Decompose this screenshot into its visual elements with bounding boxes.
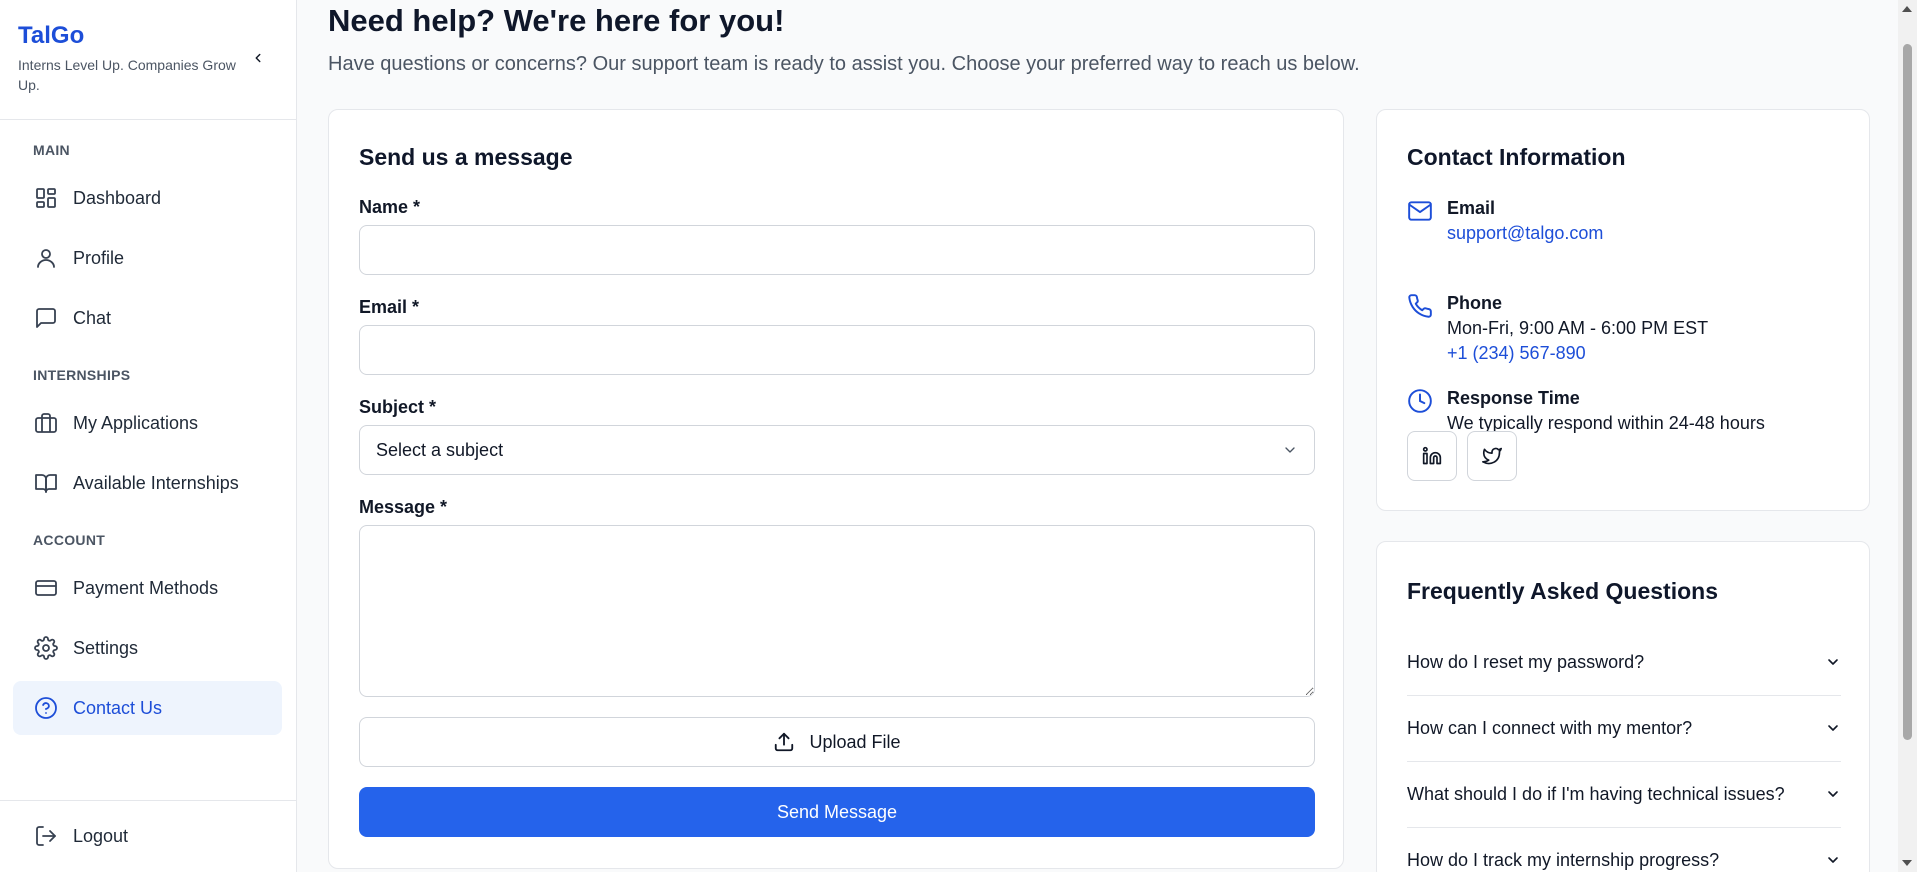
logout-icon (33, 823, 59, 849)
sidebar-item-settings[interactable]: Settings (13, 621, 282, 675)
faq-item[interactable]: How can I connect with my mentor? (1407, 695, 1841, 761)
upload-file-button[interactable]: Upload File (359, 717, 1315, 767)
twitter-icon (1482, 447, 1502, 465)
scroll-down-arrow-icon[interactable] (1902, 860, 1912, 866)
faq-title: Frequently Asked Questions (1407, 578, 1718, 604)
faq-item[interactable]: What should I do if I'm having technical… (1407, 761, 1841, 827)
sidebar-item-dashboard[interactable]: Dashboard (13, 171, 282, 225)
email-heading: Email (1447, 198, 1496, 218)
logout-section: Logout (0, 800, 297, 872)
nav-section-account: ACCOUNT (33, 532, 106, 548)
response-time-heading: Response Time (1447, 388, 1580, 408)
faq-card: Frequently Asked Questions How do I rese… (1376, 541, 1870, 872)
name-label: Name * (359, 197, 421, 217)
contact-phone-row: Phone Mon-Fri, 9:00 AM - 6:00 PM EST +1 … (1407, 291, 1708, 366)
phone-number-link[interactable]: +1 (234) 567-890 (1447, 341, 1708, 366)
page-scrollbar[interactable] (1898, 0, 1917, 872)
nav-section-main: MAIN (33, 142, 70, 158)
chevron-down-icon (1828, 725, 1838, 731)
message-form-card: Send us a message Name * Email * Subject… (328, 109, 1344, 869)
contact-response-row: Response Time We typically respond withi… (1407, 386, 1765, 436)
email-input[interactable] (359, 325, 1315, 375)
email-label: Email * (359, 297, 420, 317)
contact-email-row: Email support@talgo.com (1407, 196, 1603, 246)
subject-selected-value: Select a subject (376, 439, 504, 460)
contact-title: Contact Information (1407, 144, 1626, 170)
phone-hours: Mon-Fri, 9:00 AM - 6:00 PM EST (1447, 318, 1709, 338)
dashboard-icon (33, 185, 59, 211)
sidebar-item-label: Contact Us (73, 697, 163, 718)
page-title: Need help? We're here for you! (328, 3, 785, 38)
message-label: Message * (359, 497, 448, 517)
sidebar-item-label: Settings (73, 637, 139, 658)
sidebar: TalGo Interns Level Up. Companies Grow U… (0, 0, 297, 872)
page-subtitle: Have questions or concerns? Our support … (328, 53, 1360, 75)
linkedin-button[interactable] (1407, 431, 1457, 481)
faq-question: How do I track my internship progress? (1407, 849, 1720, 870)
sidebar-item-available-internships[interactable]: Available Internships (13, 456, 282, 510)
sidebar-item-contact-us[interactable]: Contact Us (13, 681, 282, 735)
mail-icon (1407, 198, 1433, 224)
sidebar-item-label: Chat (73, 307, 112, 328)
scroll-up-arrow-icon[interactable] (1902, 6, 1912, 12)
logout-button[interactable]: Logout (13, 809, 282, 863)
sidebar-item-label: Available Internships (73, 472, 239, 493)
faq-question: How do I reset my password? (1407, 651, 1645, 672)
faq-item[interactable]: How do I reset my password? (1407, 629, 1841, 695)
help-circle-icon (33, 695, 59, 721)
sidebar-item-my-applications[interactable]: My Applications (13, 396, 282, 450)
contact-info-card: Contact Information Email support@talgo.… (1376, 109, 1870, 511)
brand: TalGo Interns Level Up. Companies Grow U… (0, 0, 296, 120)
upload-file-label: Upload File (809, 731, 901, 752)
main-content: Need help? We're here for you! Have ques… (298, 0, 1898, 872)
scrollbar-thumb[interactable] (1903, 44, 1912, 740)
sidebar-item-label: Profile (73, 247, 125, 268)
sidebar-item-label: Payment Methods (73, 577, 219, 598)
chevron-down-icon (1828, 659, 1838, 665)
faq-item[interactable]: How do I track my internship progress? (1407, 827, 1841, 872)
chevron-left-icon (255, 53, 261, 63)
collapse-sidebar-button[interactable] (248, 48, 268, 68)
chevron-down-icon (1828, 857, 1838, 863)
chevron-down-icon (1828, 791, 1838, 797)
sidebar-item-chat[interactable]: Chat (13, 291, 282, 345)
subject-label: Subject * (359, 397, 437, 417)
brand-title[interactable]: TalGo (18, 20, 278, 52)
form-title: Send us a message (359, 144, 573, 170)
faq-question: How can I connect with my mentor? (1407, 717, 1693, 738)
book-icon (33, 470, 59, 496)
nav-section-internships: INTERNSHIPS (33, 367, 131, 383)
subject-select[interactable]: Select a subject (359, 425, 1315, 475)
name-input[interactable] (359, 225, 1315, 275)
linkedin-icon (1422, 446, 1442, 465)
phone-icon (1407, 293, 1433, 319)
sidebar-item-profile[interactable]: Profile (13, 231, 282, 285)
chat-icon (33, 305, 59, 331)
user-icon (33, 245, 59, 271)
support-email-link[interactable]: support@talgo.com (1447, 221, 1603, 246)
briefcase-icon (33, 410, 59, 436)
sidebar-item-payment-methods[interactable]: Payment Methods (13, 561, 282, 615)
credit-card-icon (33, 575, 59, 601)
logout-label: Logout (73, 825, 129, 846)
sidebar-item-label: Dashboard (73, 187, 162, 208)
sidebar-item-label: My Applications (73, 412, 199, 433)
gear-icon (33, 635, 59, 661)
twitter-button[interactable] (1467, 431, 1517, 481)
phone-heading: Phone (1447, 293, 1503, 313)
send-message-button[interactable]: Send Message (359, 787, 1315, 837)
clock-icon (1407, 388, 1433, 414)
upload-icon (775, 732, 794, 752)
faq-question: What should I do if I'm having technical… (1407, 783, 1785, 804)
message-textarea[interactable] (359, 525, 1315, 697)
brand-tagline: Interns Level Up. Companies Grow Up. (18, 57, 236, 93)
chevron-down-icon (1285, 447, 1295, 453)
